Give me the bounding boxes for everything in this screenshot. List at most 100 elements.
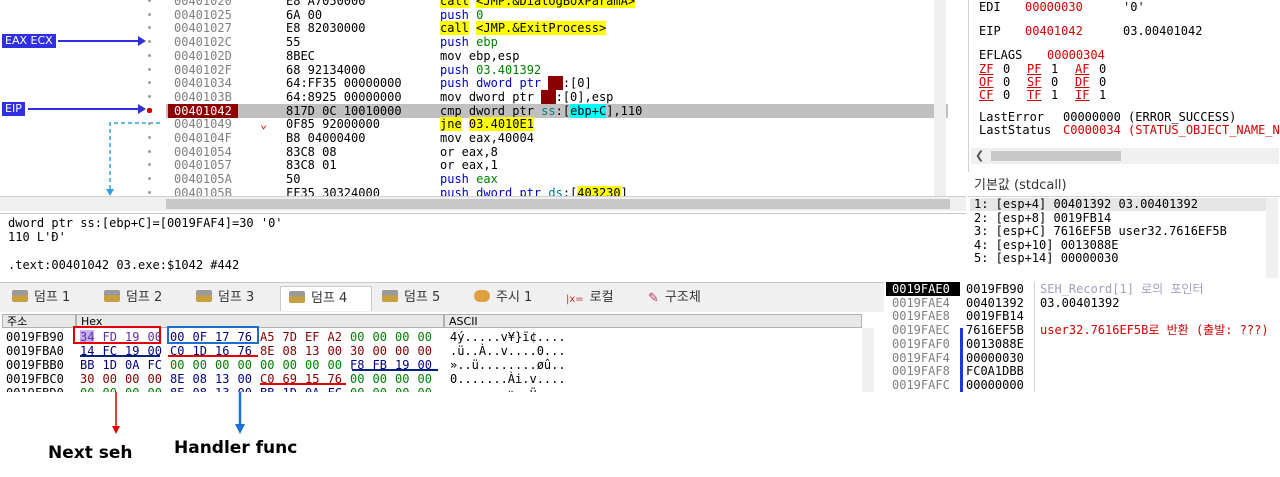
dump-address[interactable]: 0019FBB0 bbox=[6, 358, 64, 372]
dump-byte[interactable]: 13 bbox=[215, 372, 229, 386]
call-argument-item[interactable]: 5: [esp+14] 00000030 bbox=[970, 252, 1268, 265]
dump-byte[interactable]: 00 bbox=[260, 358, 274, 372]
dump-byte[interactable]: 00 bbox=[283, 358, 297, 372]
stack-row[interactable]: 0019FAEC 7616EF5B user32.7616EF5B로 반환 (출발:… bbox=[886, 323, 1280, 337]
tab-덤프-4[interactable]: 덤프 4 bbox=[280, 286, 372, 311]
dump-ascii[interactable]: 4ý.....v¥}ï¢.... bbox=[450, 330, 566, 344]
callconv-scrollbar[interactable] bbox=[1266, 198, 1278, 278]
flag-value[interactable]: 0 bbox=[1003, 88, 1010, 102]
dump-byte[interactable]: 00 bbox=[125, 372, 139, 386]
reg-eip-value[interactable]: 00401042 bbox=[1025, 24, 1083, 38]
register-panel[interactable]: EDI 00000030 '0' EIP 00401042 03.0040104… bbox=[968, 0, 1280, 196]
flag-value[interactable]: 0 bbox=[1003, 62, 1010, 76]
dump-byte[interactable]: 15 bbox=[305, 372, 319, 386]
disasm-row[interactable]: 00401049 0F85 92000000 jne 03.4010E1 ⌄ bbox=[166, 117, 948, 132]
dump-address[interactable]: 0019FBC0 bbox=[6, 372, 64, 386]
dump-byte[interactable]: 00 bbox=[170, 330, 184, 344]
dump-byte[interactable]: 00 bbox=[328, 358, 342, 372]
dump-byte[interactable]: 00 bbox=[238, 358, 252, 372]
breakpoint-dot[interactable] bbox=[148, 122, 151, 126]
dump-byte[interactable]: 00 bbox=[373, 330, 387, 344]
call-convention-title[interactable]: 기본값 (stdcall) bbox=[974, 174, 1067, 193]
call-argument-item[interactable]: 2: [esp+8] 0019FB14 bbox=[970, 211, 1268, 225]
register-hscroll-thumb[interactable] bbox=[991, 151, 1121, 161]
dump-byte[interactable]: 00 bbox=[215, 358, 229, 372]
disasm-row[interactable]: 0040105A 50 push eax bbox=[166, 172, 948, 186]
flag-value[interactable]: 0 bbox=[1003, 75, 1010, 89]
disasm-row[interactable]: 00401034 64:FF35 00000000 push dword ptr f… bbox=[166, 76, 948, 91]
breakpoint-dot[interactable] bbox=[148, 163, 151, 167]
scroll-left-icon[interactable]: ❮ bbox=[975, 148, 984, 164]
dump-byte[interactable]: 08 bbox=[193, 372, 207, 386]
hex-dump-view[interactable]: 주소 Hex ASCII 0019FB90 34 FD 19 00 00 0F 17 76 A5 7… bbox=[0, 312, 884, 392]
disasm-row[interactable]: 0040102D 8BEC mov ebp,esp bbox=[166, 49, 948, 63]
dump-byte[interactable]: 69 bbox=[283, 372, 297, 386]
dump-byte[interactable]: 00 bbox=[148, 330, 162, 344]
disasm-row[interactable]: 0040105B FF35 30324000 push dword ptr ds:[… bbox=[166, 185, 948, 196]
dump-byte[interactable]: 00 bbox=[148, 372, 162, 386]
breakpoint-dot[interactable] bbox=[148, 190, 151, 194]
reg-edi-value[interactable]: 00000030 bbox=[1025, 0, 1083, 14]
disasm-scrollbar[interactable] bbox=[934, 0, 946, 196]
dump-byte[interactable]: 17 bbox=[215, 330, 229, 344]
disasm-row[interactable]: 00401027 E8 82030000 call <JMP.&ExitProces… bbox=[166, 21, 948, 36]
dump-byte[interactable]: 00 bbox=[148, 344, 162, 358]
tab-구조체[interactable]: ✎ 구조체 bbox=[640, 286, 726, 310]
disasm-row[interactable]: 00401042 817D 0C 10010000 cmp dword ptr ss… bbox=[166, 103, 948, 118]
dump-byte[interactable]: 00 bbox=[193, 358, 207, 372]
dump-byte[interactable]: 00 bbox=[395, 330, 409, 344]
dump-byte[interactable]: 00 bbox=[103, 372, 117, 386]
dump-byte[interactable]: 1D bbox=[103, 358, 117, 372]
dump-byte[interactable]: 00 bbox=[418, 330, 432, 344]
dump-byte[interactable]: 76 bbox=[238, 344, 252, 358]
tab-주시-1[interactable]: 주시 1 bbox=[466, 286, 554, 310]
dump-ascii[interactable]: »..ü........øû.. bbox=[450, 358, 566, 372]
dump-byte[interactable]: C0 bbox=[170, 344, 184, 358]
dump-byte[interactable]: 7D bbox=[283, 330, 297, 344]
tab-덤프-2[interactable]: 덤프 2 bbox=[96, 286, 184, 310]
stack-row[interactable]: 0019FAE8 0019FB14 bbox=[886, 309, 1280, 323]
dump-scrollbar[interactable] bbox=[862, 328, 874, 392]
stack-row[interactable]: 0019FAF8 FC0A1DBB bbox=[886, 364, 1280, 378]
dump-byte[interactable]: A5 bbox=[260, 330, 274, 344]
dump-byte[interactable]: BB bbox=[80, 358, 94, 372]
dump-byte[interactable]: 00 bbox=[350, 330, 364, 344]
dump-byte[interactable]: 76 bbox=[238, 330, 252, 344]
dump-byte[interactable]: 19 bbox=[125, 330, 139, 344]
dump-byte[interactable]: 1D bbox=[193, 344, 207, 358]
disassembly-view[interactable]: EAX ECX EIP 00401020 E8 A7050000 call <JMP… bbox=[0, 0, 948, 196]
dump-byte[interactable]: F8 bbox=[350, 358, 364, 372]
dump-byte[interactable]: 19 bbox=[395, 358, 409, 372]
tab-덤프-5[interactable]: 덤프 5 bbox=[374, 286, 462, 310]
stack-row[interactable]: 0019FAF0 0013088E bbox=[886, 337, 1280, 351]
dump-byte[interactable]: 00 bbox=[395, 344, 409, 358]
flag-value[interactable]: 0 bbox=[1099, 75, 1106, 89]
tab-덤프-3[interactable]: 덤프 3 bbox=[188, 286, 276, 310]
disasm-row[interactable]: 0040102F 68 92134000 push 03.401392 bbox=[166, 63, 948, 77]
breakpoint-dot[interactable] bbox=[148, 12, 151, 16]
dump-ascii[interactable]: .ü..À..v....0... bbox=[450, 344, 566, 358]
dump-byte[interactable]: 00 bbox=[238, 372, 252, 386]
dump-byte[interactable]: 08 bbox=[283, 344, 297, 358]
breakpoint-dot[interactable] bbox=[148, 94, 151, 98]
disasm-row[interactable]: 00401054 83C8 08 or eax,8 bbox=[166, 145, 948, 159]
dump-byte[interactable]: 0A bbox=[125, 358, 139, 372]
dump-byte[interactable]: 34 bbox=[80, 330, 95, 344]
breakpoint-dot[interactable] bbox=[148, 40, 151, 44]
dump-byte[interactable]: 00 bbox=[373, 344, 387, 358]
dump-header-hex[interactable]: Hex bbox=[76, 314, 444, 328]
disasm-row[interactable]: 00401057 83C8 01 or eax,1 bbox=[166, 158, 948, 172]
disasm-row[interactable]: 00401025 6A 00 push 0 bbox=[166, 8, 948, 22]
breakpoint-dot[interactable] bbox=[148, 177, 151, 181]
breakpoint-dot[interactable] bbox=[148, 53, 151, 57]
stack-row[interactable]: 0019FAFC 00000000 bbox=[886, 378, 1280, 392]
breakpoint-dot[interactable] bbox=[148, 67, 151, 71]
flag-value[interactable]: 1 bbox=[1099, 88, 1106, 102]
dump-byte[interactable]: 00 bbox=[373, 372, 387, 386]
dump-address[interactable]: 0019FBA0 bbox=[6, 344, 64, 358]
call-argument-item[interactable]: 1: [esp+4] 00401392 03.00401392 bbox=[970, 198, 1268, 211]
dump-byte[interactable]: FB bbox=[373, 358, 387, 372]
dump-byte[interactable]: 19 bbox=[125, 344, 139, 358]
disasm-hscrollbar[interactable] bbox=[0, 196, 966, 211]
flag-value[interactable]: 0 bbox=[1051, 75, 1058, 89]
